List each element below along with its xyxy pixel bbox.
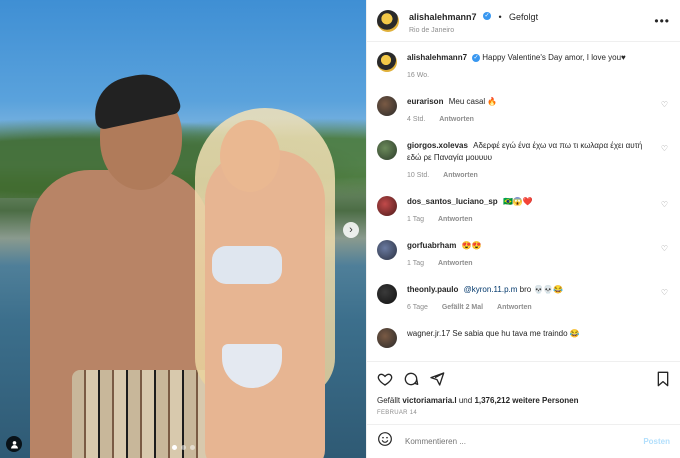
comment-meta: 1 Tag Antworten [407, 258, 652, 270]
avatar[interactable] [377, 240, 397, 260]
author-username[interactable]: alishalehmann7 [409, 12, 477, 22]
chevron-right-icon[interactable]: › [343, 222, 359, 238]
caption: alishalehmann7 ✓ Happy Valentine's Day am… [377, 52, 670, 82]
heart-icon[interactable]: ♡ [661, 144, 668, 153]
avatar[interactable] [377, 140, 397, 160]
likes-prefix: Gefällt [377, 396, 401, 405]
comment-body: wagner.jr.17 Se sabia que hu tava me tra… [407, 329, 580, 338]
comment-body: eurarison Meu casal 🔥 4 Std. Antworten [407, 96, 670, 126]
comment-age: 1 Tag [407, 216, 424, 223]
heart-icon[interactable]: ♡ [661, 244, 668, 253]
post-button[interactable]: Posten [643, 437, 670, 446]
post-actions: Gefällt victoriamaria.l und 1,376,212 we… [367, 361, 680, 416]
post-sidebar: alishalehmann7 ✓ • Gefolgt Rio de Janeir… [366, 0, 680, 458]
reply-button[interactable]: Antworten [439, 116, 474, 123]
avatar[interactable] [377, 96, 397, 116]
comment-icon[interactable] [403, 371, 419, 392]
likes-summary: Gefällt victoriamaria.l und 1,376,212 we… [377, 396, 670, 405]
comment-body: dos_santos_luciano_sp 🇧🇷😱❤️ 1 Tag Antwor… [407, 196, 670, 226]
avatar[interactable] [377, 328, 397, 348]
caption-body: alishalehmann7 ✓ Happy Valentine's Day am… [407, 52, 670, 82]
liker-username[interactable]: victoriamaria.l [402, 396, 456, 405]
comment-username[interactable]: gorfuabrham [407, 241, 456, 250]
comment-meta: 1 Tag Antworten [407, 214, 652, 226]
comment-text: Meu casal 🔥 [448, 97, 498, 106]
carousel-dots [0, 445, 366, 450]
post-photo[interactable]: › [0, 0, 366, 458]
reply-button[interactable]: Antworten [497, 304, 532, 311]
woman-figure [205, 150, 325, 458]
action-icons [377, 370, 670, 392]
caption-age: 16 Wo. [407, 72, 430, 79]
bookmark-icon[interactable] [656, 371, 670, 392]
likes-suffix[interactable]: weitere Personen [512, 396, 578, 405]
follow-status[interactable]: Gefolgt [509, 12, 538, 22]
comment-composer: Posten [367, 424, 680, 458]
header-meta: alishalehmann7 ✓ • Gefolgt Rio de Janeir… [409, 7, 654, 34]
post-location[interactable]: Rio de Janeiro [409, 27, 654, 34]
heart-icon[interactable] [377, 371, 393, 392]
comment-body: gorfuabrham 😍😍 1 Tag Antworten [407, 240, 670, 270]
comment-username[interactable]: eurarison [407, 97, 443, 106]
list-item: gorfuabrham 😍😍 1 Tag Antworten ♡ [377, 240, 670, 270]
comment-age: 6 Tage [407, 304, 428, 311]
comment-text: bro 💀💀😂 [519, 285, 564, 294]
comment-body: theonly.paulo @kyron.11.p.m bro 💀💀😂 6 Ta… [407, 284, 670, 314]
post-viewer: › alishalehmann7 ✓ • Gefolgt Rio de Jane… [0, 0, 680, 458]
list-item: dos_santos_luciano_sp 🇧🇷😱❤️ 1 Tag Antwor… [377, 196, 670, 226]
comment-meta: 10 Std. Antworten [407, 170, 652, 182]
list-item: eurarison Meu casal 🔥 4 Std. Antworten ♡ [377, 96, 670, 126]
likes-middle: und [458, 396, 473, 405]
caption-meta: 16 Wo. [407, 70, 652, 82]
caption-text: Happy Valentine's Day amor, I love you♥ [482, 53, 626, 62]
comments-list[interactable]: alishalehmann7 ✓ Happy Valentine's Day am… [367, 42, 680, 361]
verified-icon: ✓ [482, 11, 491, 20]
heart-icon[interactable]: ♡ [661, 100, 668, 109]
reply-button[interactable]: Antworten [438, 216, 473, 223]
comment-age: 10 Std. [407, 172, 430, 179]
comment-meta: 6 Tage Gefällt 2 Mal Antworten [407, 302, 652, 314]
bikini-top [212, 246, 282, 284]
comment-username[interactable]: theonly.paulo [407, 285, 458, 294]
comment-mention[interactable]: @kyron.11.p.m [464, 285, 518, 294]
post-header: alishalehmann7 ✓ • Gefolgt Rio de Janeir… [367, 0, 680, 42]
carousel-dot [180, 445, 186, 450]
paper-plane-icon[interactable] [429, 371, 445, 392]
emoji-icon[interactable] [377, 431, 393, 452]
carousel-dot [189, 445, 195, 450]
more-icon[interactable]: ••• [654, 14, 670, 28]
comment-username[interactable]: dos_santos_luciano_sp [407, 197, 498, 206]
comment-meta: 4 Std. Antworten [407, 114, 652, 126]
likes-count[interactable]: 1,376,212 [474, 396, 510, 405]
comment-text: 😍😍 [461, 241, 482, 250]
reply-button[interactable]: Antworten [438, 260, 473, 267]
heart-icon[interactable]: ♡ [661, 288, 668, 297]
list-item: theonly.paulo @kyron.11.p.m bro 💀💀😂 6 Ta… [377, 284, 670, 314]
avatar[interactable] [377, 9, 399, 32]
comment-text: 🇧🇷😱❤️ [502, 197, 533, 206]
heart-icon[interactable]: ♡ [661, 200, 668, 209]
comment-age: 4 Std. [407, 116, 426, 123]
woman-face [220, 120, 280, 192]
reply-button[interactable]: Antworten [443, 172, 478, 179]
follow-separator: • [498, 12, 502, 22]
avatar[interactable] [377, 196, 397, 216]
verified-icon: ✓ [472, 53, 481, 62]
list-item: giorgos.xolevas Αδερφέ εγώ ένα έχω να πω… [377, 140, 670, 182]
carousel-dot [171, 445, 177, 450]
comment-age: 1 Tag [407, 260, 424, 267]
user-tag-icon[interactable] [6, 436, 22, 452]
comment-input[interactable] [405, 437, 644, 446]
avatar[interactable] [377, 284, 397, 304]
caption-username[interactable]: alishalehmann7 [407, 53, 467, 62]
comment-likes[interactable]: Gefällt 2 Mal [442, 304, 483, 311]
list-item: wagner.jr.17 Se sabia que hu tava me tra… [377, 328, 670, 348]
post-date[interactable]: FEBRUAR 14 [377, 410, 670, 416]
comment-username[interactable]: giorgos.xolevas [407, 141, 468, 150]
avatar[interactable] [377, 52, 397, 72]
comment-body: giorgos.xolevas Αδερφέ εγώ ένα έχω να πω… [407, 140, 670, 182]
